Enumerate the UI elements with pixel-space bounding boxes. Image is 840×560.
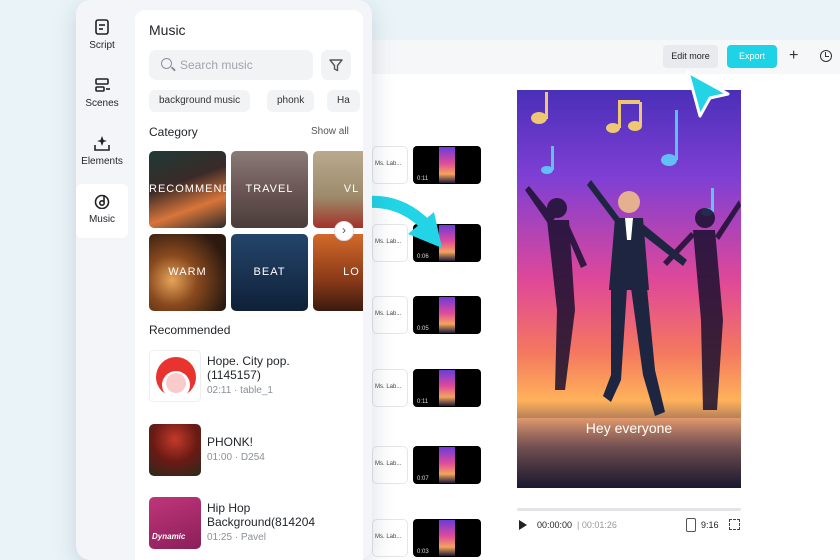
category-label: LO: [343, 266, 360, 278]
category-card-vlog[interactable]: VL: [313, 151, 363, 228]
scene-script-card[interactable]: Ms. Lab...: [372, 146, 408, 184]
scene-duration: 0:11: [417, 399, 429, 405]
track-meta: 01:00 · D254: [207, 452, 265, 463]
sidebar-item-label: Scenes: [85, 98, 119, 109]
chevron-right-icon[interactable]: ›: [334, 221, 354, 241]
sidebar-item-elements[interactable]: Elements: [76, 126, 128, 180]
chip-more[interactable]: Ha: [327, 90, 360, 112]
panel-title: Music: [149, 22, 186, 38]
track-thumbnail[interactable]: [149, 350, 201, 402]
scene-thumbnail[interactable]: 0:11: [413, 146, 481, 184]
track-title[interactable]: Hope. City pop. (1145157): [207, 354, 325, 382]
chip-background-music[interactable]: background music: [149, 90, 251, 112]
category-card-travel[interactable]: TRAVEL: [231, 151, 308, 228]
scene-duration: 0:05: [417, 326, 429, 332]
scene-script-card[interactable]: Ms. Lab...: [372, 519, 408, 557]
search-input[interactable]: Search music: [149, 50, 313, 80]
aspect-ratio-label[interactable]: 9:16: [701, 520, 719, 530]
current-time: 00:00:00: [537, 520, 573, 530]
scene-thumbnail[interactable]: 0:05: [413, 296, 481, 334]
scene-duration: 0:11: [417, 176, 429, 182]
sidebar-item-label: Elements: [81, 156, 123, 167]
video-preview[interactable]: Hey everyone: [517, 90, 741, 488]
category-card-lofi[interactable]: LO: [313, 234, 363, 311]
track-title[interactable]: Hip Hop Background(814204: [207, 501, 325, 529]
scene-script-card[interactable]: Ms. Lab...: [372, 296, 408, 334]
total-time: | 00:01:26: [577, 520, 617, 530]
scene-script-card[interactable]: Ms. Lab...: [372, 446, 408, 484]
music-icon: [94, 194, 110, 209]
track-title[interactable]: PHONK!: [207, 435, 325, 449]
show-all-link[interactable]: Show all: [311, 126, 349, 137]
scene-duration: 0:03: [417, 549, 429, 555]
search-icon: [161, 58, 172, 69]
category-label: VL: [343, 183, 360, 195]
scene-thumbnail[interactable]: 0:07: [413, 446, 481, 484]
track-thumbnail[interactable]: [149, 424, 201, 476]
playback-progress[interactable]: [517, 508, 741, 511]
filter-button[interactable]: [321, 50, 351, 80]
category-label: BEAT: [253, 266, 286, 278]
music-panel: Music Search music background music phon…: [135, 10, 363, 560]
category-card-warm[interactable]: WARM: [149, 234, 226, 311]
scene-script-card[interactable]: Ms. Lab...: [372, 369, 408, 407]
search-placeholder: Search music: [180, 58, 253, 72]
scene-thumbnail[interactable]: 0:03: [413, 519, 481, 557]
track-meta: 02:11 · table_1: [207, 385, 273, 396]
scene-duration: 0:06: [417, 254, 429, 260]
category-label: TRAVEL: [245, 183, 294, 195]
category-heading: Category: [149, 125, 198, 139]
sidebar-item-script[interactable]: Script: [76, 10, 128, 64]
script-icon: [95, 19, 109, 35]
category-label: RECOMMEND: [149, 183, 226, 195]
sidebar-item-label: Script: [89, 40, 115, 51]
recommended-heading: Recommended: [149, 323, 231, 337]
sidebar-item-scenes[interactable]: Scenes: [76, 68, 128, 122]
sidebar-item-label: Music: [88, 214, 116, 225]
edit-more-button[interactable]: Edit more: [663, 45, 718, 68]
category-card-recommend[interactable]: RECOMMEND: [149, 151, 226, 228]
scene-duration: 0:07: [417, 476, 429, 482]
track-thumbnail[interactable]: Dynamic: [149, 497, 201, 549]
video-caption: Hey everyone: [585, 420, 673, 436]
history-icon[interactable]: [820, 50, 832, 62]
filter-icon: [329, 59, 343, 72]
fullscreen-icon[interactable]: [729, 519, 740, 530]
elements-icon: [94, 136, 110, 151]
scene-thumbnail[interactable]: 0:11: [413, 369, 481, 407]
chip-phonk[interactable]: phonk: [267, 90, 315, 112]
hope-album-art: [156, 357, 196, 399]
sidebar-item-music[interactable]: Music: [76, 184, 128, 238]
category-label: WARM: [168, 266, 207, 278]
cursor-pointer-icon: [686, 70, 730, 118]
track-meta: 01:25 · Pavel: [207, 532, 266, 543]
category-card-beat[interactable]: BEAT: [231, 234, 308, 311]
track-thumb-text: Dynamic: [152, 532, 186, 541]
scenes-icon: [95, 78, 110, 92]
add-icon[interactable]: +: [789, 47, 798, 65]
aspect-ratio-icon[interactable]: [686, 518, 696, 532]
play-icon[interactable]: [519, 520, 527, 530]
export-button[interactable]: Export: [727, 45, 777, 68]
